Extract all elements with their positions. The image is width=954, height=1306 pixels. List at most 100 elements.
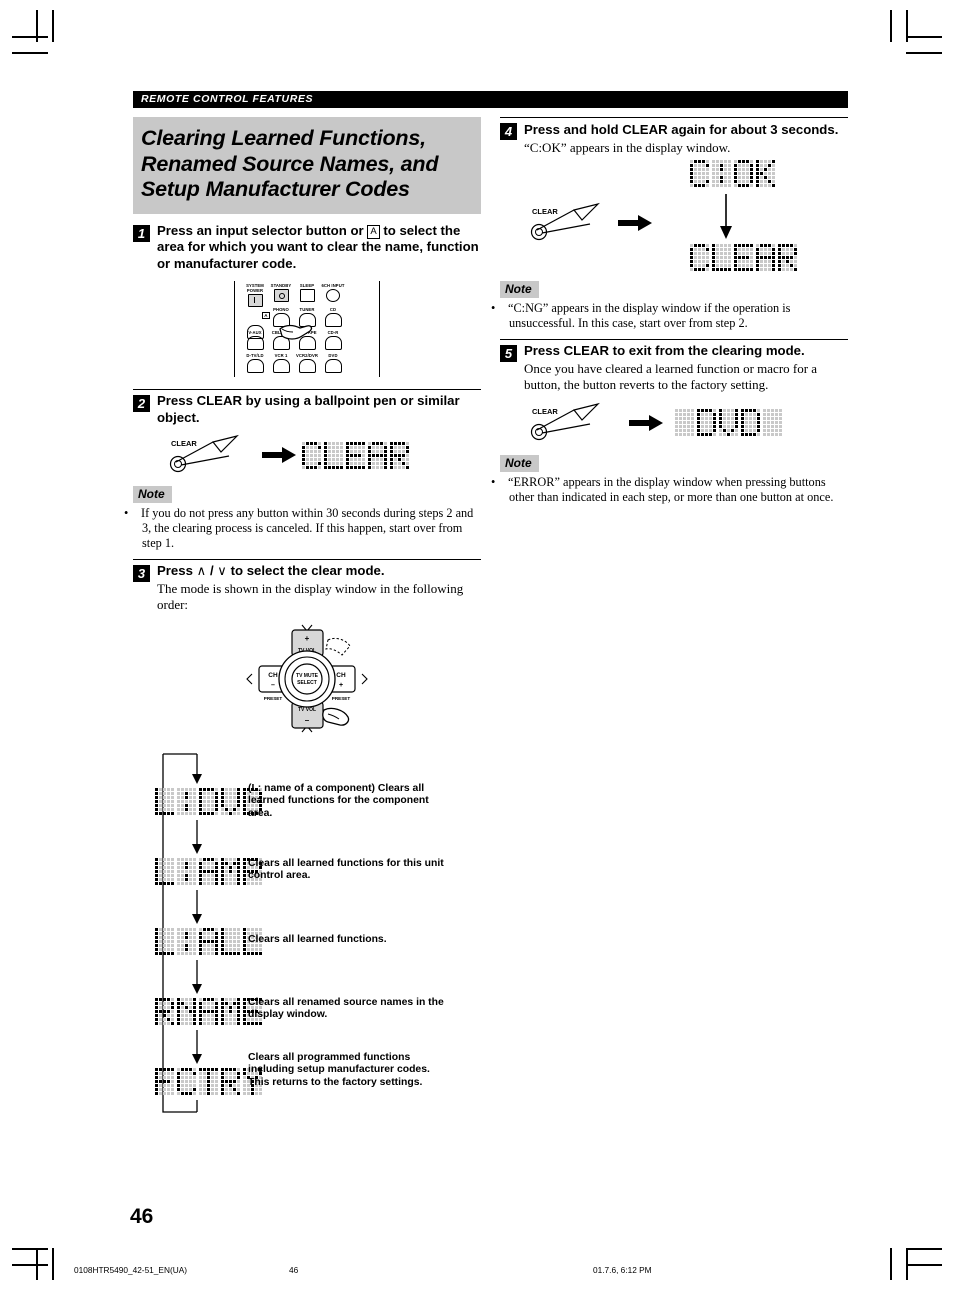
step-2-display (302, 441, 409, 469)
step-5-arrow (617, 414, 675, 431)
remote-label-tuner: TUNER (299, 307, 315, 312)
lcd-char (221, 1067, 240, 1095)
lcd-char (690, 244, 709, 271)
right-arrow-icon (262, 447, 296, 463)
crop-mark-top-right-h (906, 36, 942, 38)
lcd-char (199, 1067, 218, 1095)
remote-button-cd-r[interactable]: CD-R (320, 330, 346, 350)
navpad-up-plus: + (305, 634, 310, 643)
navpad-center-line-1: TV MUTE (296, 673, 319, 679)
note-1: Note • If you do not press any button wit… (124, 485, 481, 551)
crop-mark-top-left-v2 (52, 10, 54, 42)
step-3-heading: Press ∧ / ∨ to select the clear mode. (157, 563, 481, 580)
remote-button-6ch-input[interactable]: 6CH INPUT (320, 283, 346, 307)
step-1-heading: Press an input selector button or A to s… (157, 223, 481, 273)
remote-label-a: A (242, 307, 270, 324)
vcr1-cap-icon (272, 359, 290, 373)
dvd-cap-icon (324, 359, 342, 373)
step-2-heading: Press CLEAR by using a ballpoint pen or … (157, 393, 460, 425)
navpad-down-minus: – (305, 716, 310, 725)
step-3-heading-part-b: to select the clear mode. (230, 563, 385, 578)
step-4-heading: Press and hold CLEAR again for about 3 s… (524, 122, 839, 137)
lcd-char (155, 857, 174, 885)
step-2-number: 2 (133, 395, 150, 412)
note-2: Note • “C:NG” appears in the display wind… (491, 280, 848, 331)
crop-mark-top-left-h2 (12, 52, 48, 54)
step-3: 3 Press ∧ / ∨ to select the clear mode. … (133, 559, 481, 736)
remote-label-sleep: SLEEP (299, 283, 315, 288)
lcd-char (177, 1067, 196, 1095)
flow-display-2 (155, 927, 262, 955)
navpad-left-preset: PRESET (264, 696, 283, 701)
remote-label-v-aux: V-AUX (248, 330, 262, 335)
v-aux-cap-icon (246, 336, 264, 350)
pen-clear-label: CLEAR (171, 439, 197, 448)
lcd-char (199, 857, 218, 885)
step-4-down-arrow-icon (720, 194, 732, 239)
navpad-hand-dashed-icon (325, 637, 351, 656)
navpad-left-minus: – (271, 682, 275, 689)
crop-mark-bottom-left-v2 (52, 1248, 54, 1280)
footer-date: 01.7.6, 6:12 PM (593, 1265, 652, 1275)
remote-label-vcr1: VCR 1 (274, 353, 288, 358)
clear-button-pen-icon-step5: CLEAR (530, 402, 600, 440)
page-number: 46 (130, 1205, 154, 1228)
remote-button-v-aux[interactable]: V-AUX (242, 330, 268, 350)
power-key-icon (247, 294, 263, 307)
step-1: 1 Press an input selector button or A to… (133, 220, 481, 377)
lcd-char (690, 160, 709, 187)
remote-button-standby[interactable]: STANDBY (268, 283, 294, 307)
navpad-right-ch: CH (336, 672, 346, 679)
remote-button-d-tv-ld[interactable]: D-TV/LD (242, 353, 268, 373)
crop-mark-bottom-right-h2 (906, 1264, 942, 1266)
clear-button-pen-icon-step4: CLEAR (530, 202, 600, 241)
step-3-heading-part-a: Press (157, 563, 193, 578)
page-title-line-3: Setup Manufacturer Codes (141, 177, 410, 201)
remote-button-vcr2-dvr[interactable]: VCR2/DVR (294, 353, 320, 373)
lcd-char (697, 409, 716, 436)
navpad-right-chevron-icon (361, 673, 368, 684)
note-1-body: • If you do not press any button within 3… (124, 506, 481, 551)
page-title: Clearing Learned Functions, Renamed Sour… (133, 117, 481, 214)
lcd-char (221, 787, 240, 815)
note-3-label: Note (500, 454, 539, 472)
six-ch-key-icon (326, 289, 340, 302)
navpad-left-chevron-icon (246, 673, 253, 684)
lcd-char (199, 997, 218, 1025)
lcd-char (155, 787, 174, 815)
navpad-down-label: TV VOL (298, 707, 316, 713)
running-head-bar: REMOTE CONTROL FEATURES (133, 91, 848, 108)
lcd-char (734, 160, 753, 187)
flow-desc-2: Clears all learned functions. (248, 933, 387, 945)
note-1-text: If you do not press any button within 30… (141, 506, 474, 550)
lcd-char (221, 927, 240, 955)
step-3-body: The mode is shown in the display window … (157, 580, 464, 613)
remote-label-dvd: DVD (328, 353, 338, 358)
remote-button-vcr1[interactable]: VCR 1 (268, 353, 294, 373)
flow-display-0 (155, 787, 262, 815)
crop-mark-top-left-v (36, 10, 38, 42)
step-5-number: 5 (500, 345, 517, 362)
step-4-body: “C:OK” appears in the display window. (524, 139, 731, 155)
lcd-char (719, 409, 738, 436)
remote-button-dvd[interactable]: DVD (320, 353, 346, 373)
step-5-display (675, 409, 782, 436)
step-3-heading-separator: / (209, 563, 214, 578)
footer-filename: 0108HTR5490_42-51_EN(UA) (74, 1265, 187, 1275)
flow-display-3 (155, 997, 262, 1025)
remote-rail-right (378, 281, 380, 377)
remote-label-standby: STANDBY (270, 283, 292, 288)
remote-label-cd: CD (329, 307, 337, 312)
navpad-right-plus: + (339, 682, 343, 689)
remote-rail-left (234, 281, 236, 377)
lcd-char (324, 441, 343, 469)
remote-label-phono: PHONO (273, 307, 289, 312)
sleep-key-icon (299, 289, 315, 302)
up-chevron-icon: ∧ (196, 563, 207, 578)
remote-button-system-power[interactable]: SYSTEM POWER (242, 283, 268, 307)
remote-button-sleep[interactable]: SLEEP (294, 283, 320, 307)
navpad-right-preset: PRESET (332, 696, 351, 701)
note-3-text: “ERROR” appears in the display window wh… (508, 474, 834, 504)
step-1-number: 1 (133, 224, 150, 242)
lcd-char (177, 857, 196, 885)
